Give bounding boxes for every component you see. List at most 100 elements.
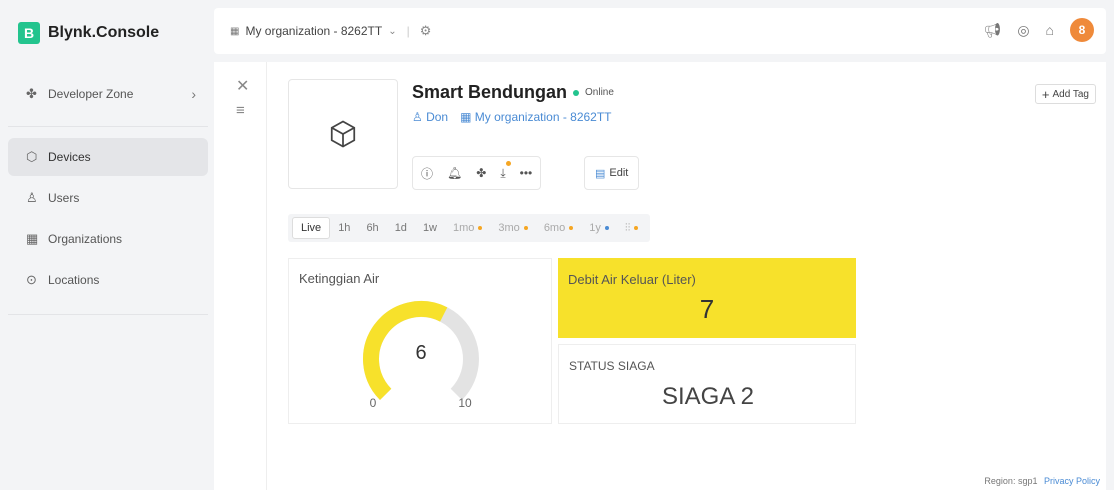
sidebar-divider bbox=[8, 126, 208, 127]
owner-name: Don bbox=[426, 110, 449, 124]
org-selector[interactable]: ▦ My organization - 8262TT ⌄ | ⚙ bbox=[230, 23, 431, 39]
logo-badge: B bbox=[18, 22, 40, 44]
device-header: Smart Bendungan Online bbox=[412, 82, 614, 103]
time-range-1y[interactable]: 1y bbox=[581, 217, 617, 239]
gear-icon[interactable]: ⚙ bbox=[420, 23, 432, 39]
gauge-fill bbox=[363, 301, 448, 401]
time-range-label: 6mo bbox=[543, 222, 566, 234]
time-range-1h[interactable]: 1h bbox=[330, 217, 358, 239]
siaga-value: SIAGA 2 bbox=[661, 383, 755, 410]
cube-icon: ⬡ bbox=[26, 149, 38, 164]
time-range-1d[interactable]: 1d bbox=[387, 217, 415, 239]
sidebar: B Blynk.Console ✤ Developer Zone › ⬡ Dev… bbox=[8, 8, 208, 490]
gauge-widget: Ketinggian Air 6 0 10 bbox=[288, 258, 552, 424]
developer-zone-link[interactable]: ✤ Developer Zone › bbox=[8, 78, 208, 110]
sidebar-item-organizations[interactable]: ▦ Organizations bbox=[8, 220, 208, 258]
gauge-chart: 6 0 10 bbox=[363, 301, 479, 410]
help-icon[interactable]: ◎ bbox=[1017, 22, 1029, 39]
premium-dot bbox=[604, 226, 609, 230]
time-range-label: 3mo bbox=[498, 222, 520, 234]
premium-dot bbox=[478, 226, 483, 230]
more-icon[interactable]: ••• bbox=[520, 166, 533, 180]
sidebar-item-label: Locations bbox=[48, 273, 100, 287]
sidebar-item-locations[interactable]: ⊙ Locations bbox=[8, 261, 208, 299]
download-icon[interactable]: ⤓ bbox=[500, 160, 511, 181]
device-org-link[interactable]: ▦ My organization - 8262TT bbox=[460, 110, 611, 124]
edit-label: Edit bbox=[609, 167, 629, 179]
add-tag-label: Add Tag bbox=[1052, 88, 1089, 100]
debit-value: 7 bbox=[699, 294, 715, 324]
siaga-widget: STATUS SIAGA SIAGA 2 bbox=[558, 344, 856, 424]
logo[interactable]: B Blynk.Console bbox=[18, 22, 159, 44]
close-icon[interactable]: ✕ bbox=[236, 76, 249, 96]
device-name: Smart Bendungan bbox=[412, 82, 568, 102]
sidebar-item-label: Devices bbox=[48, 150, 91, 164]
premium-dot bbox=[634, 226, 639, 230]
chevron-right-icon: › bbox=[191, 86, 196, 102]
sidebar-item-label: Users bbox=[48, 191, 80, 205]
cube-icon bbox=[330, 120, 356, 148]
user-icon: ♙ bbox=[412, 110, 427, 124]
megaphone-icon[interactable]: 📢︎ bbox=[984, 22, 1002, 39]
chevron-down-icon: ⌄ bbox=[388, 25, 397, 37]
building-icon: ▦ bbox=[230, 25, 240, 37]
plus-icon: + bbox=[1041, 86, 1050, 102]
device-status: Online bbox=[585, 87, 614, 98]
developer-tools-icon[interactable]: ✤ bbox=[476, 166, 486, 180]
time-range-label: 1y bbox=[589, 222, 601, 234]
sidebar-item-label: Organizations bbox=[48, 232, 123, 246]
time-range-bar: Live 1h 6h 1d 1w 1mo 3mo 6mo 1y ⫶⫶ bbox=[288, 214, 651, 242]
owner-link[interactable]: ♙ Don bbox=[412, 110, 448, 124]
privacy-policy-link[interactable]: Privacy Policy bbox=[1044, 476, 1100, 486]
time-range-label: Live bbox=[301, 222, 322, 234]
add-tag-button[interactable]: + Add Tag bbox=[1034, 84, 1096, 104]
debit-title: Debit Air Keluar (Liter) bbox=[568, 272, 696, 287]
gauge-min-label: 0 bbox=[370, 396, 377, 410]
time-range-1mo[interactable]: 1mo bbox=[445, 217, 490, 239]
device-image bbox=[288, 79, 398, 189]
top-icons: 📢︎ ◎ ⌂ 8 bbox=[984, 18, 1094, 42]
edit-icon: ▤ bbox=[595, 167, 606, 180]
time-range-label: 6h bbox=[366, 222, 379, 234]
region-label: Region: sgp1 bbox=[984, 476, 1038, 486]
bell-icon[interactable]: 🔔︎ bbox=[447, 166, 462, 180]
topbar: ▦ My organization - 8262TT ⌄ | ⚙ 📢︎ ◎ ⌂ … bbox=[214, 8, 1106, 54]
sidebar-item-users[interactable]: ♙ Users bbox=[8, 179, 208, 217]
online-status-dot bbox=[573, 89, 580, 96]
time-range-6mo[interactable]: 6mo bbox=[536, 217, 581, 239]
time-range-label: 1h bbox=[338, 222, 351, 234]
edit-button[interactable]: ▤ Edit bbox=[584, 156, 640, 190]
sidebar-item-devices[interactable]: ⬡ Devices bbox=[8, 138, 208, 176]
time-range-6h[interactable]: 6h bbox=[358, 217, 386, 239]
developer-zone-icon: ✤ bbox=[26, 86, 37, 101]
developer-zone-label: Developer Zone bbox=[48, 87, 134, 101]
users-icon: ♙ bbox=[26, 190, 38, 205]
sidebar-divider bbox=[8, 314, 208, 315]
notification-dot bbox=[505, 160, 511, 166]
avatar[interactable]: 8 bbox=[1070, 18, 1094, 42]
sliders-icon: ⫶⫶ bbox=[624, 221, 631, 234]
custom-range-button[interactable]: ⫶⫶ bbox=[617, 217, 647, 239]
device-meta: ♙ Don ▦ My organization - 8262TT bbox=[412, 110, 612, 124]
premium-dot bbox=[569, 226, 574, 230]
gift-icon[interactable]: ⌂ bbox=[1046, 22, 1054, 38]
panel-divider bbox=[266, 62, 267, 490]
gauge-value: 6 bbox=[415, 342, 426, 364]
menu-icon[interactable]: ≡ bbox=[236, 102, 245, 119]
time-range-Live[interactable]: Live bbox=[292, 217, 331, 239]
org-name: My organization - 8262TT bbox=[245, 24, 383, 38]
time-range-label: 1mo bbox=[453, 222, 475, 234]
app-name: Blynk.Console bbox=[48, 24, 160, 41]
time-range-1w[interactable]: 1w bbox=[415, 217, 445, 239]
premium-dot bbox=[523, 226, 528, 230]
debit-widget: Debit Air Keluar (Liter) 7 bbox=[558, 258, 856, 338]
building-icon: ▦ bbox=[26, 231, 39, 246]
time-range-3mo[interactable]: 3mo bbox=[490, 217, 535, 239]
device-toolbar: ⓘ 🔔︎ ✤ ⤓ ••• bbox=[412, 156, 542, 190]
footer: Region: sgp1 Privacy Policy bbox=[984, 476, 1100, 486]
main-panel: ✕ ≡ Smart Bendungan Online ♙ Don ▦ My or… bbox=[214, 62, 1106, 490]
device-org-name: My organization - 8262TT bbox=[474, 110, 612, 124]
gauge-max-label: 10 bbox=[458, 396, 472, 410]
time-range-label: 1w bbox=[422, 222, 437, 234]
info-icon[interactable]: ⓘ bbox=[421, 165, 433, 182]
